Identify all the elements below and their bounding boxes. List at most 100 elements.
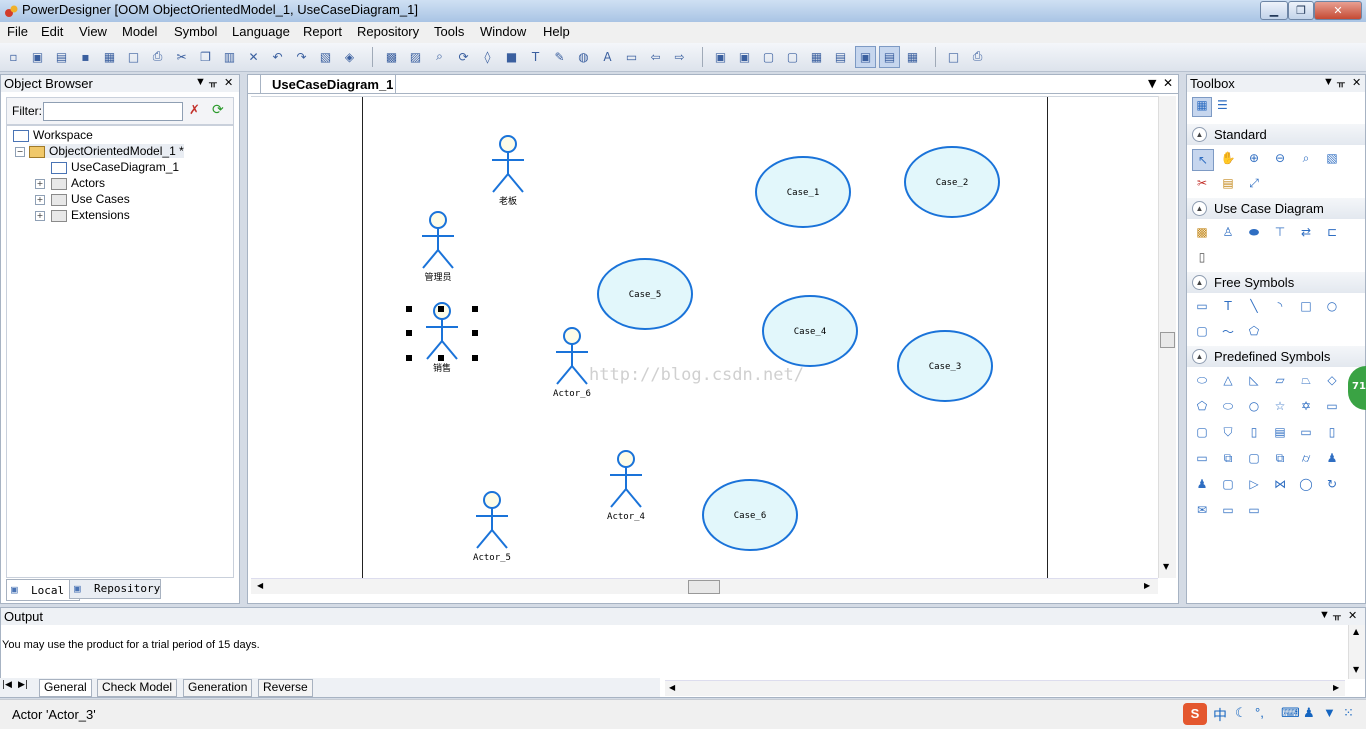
dropdown-icon[interactable]: ▼	[195, 76, 206, 88]
keyboard-icon[interactable]: ⌨	[1281, 705, 1300, 721]
shape-diamond-icon[interactable]: ◇	[1324, 373, 1340, 387]
clear-filter-icon[interactable]: ✗	[189, 103, 200, 118]
find-icon[interactable]: ⌕	[431, 48, 448, 65]
actor-tool-icon[interactable]: ♙	[1220, 225, 1236, 239]
shape-circle-icon[interactable]: ○	[1246, 399, 1262, 413]
output-horizontal-scrollbar[interactable]: ◀ ▶	[665, 680, 1345, 696]
new-icon[interactable]: ▫	[5, 48, 22, 65]
selection-handle[interactable]	[406, 355, 412, 361]
ellipse-tool-icon[interactable]: ○	[1324, 299, 1340, 313]
restore-button[interactable]: ❐	[1288, 1, 1314, 20]
shape-cylinder-icon[interactable]: ⌭	[1298, 451, 1314, 465]
open-icon[interactable]: ▤	[53, 48, 70, 65]
tree-folder-use-cases[interactable]: Use Cases	[51, 192, 130, 206]
user-icon[interactable]: ♟	[1303, 705, 1315, 721]
shape-person-2-icon[interactable]: ♟	[1194, 477, 1210, 491]
shape-shield-icon[interactable]: ⛉	[1220, 425, 1236, 439]
use-case-symbol[interactable]: Case_3	[897, 330, 993, 402]
comment-icon[interactable]: ▤	[879, 46, 900, 68]
output-vertical-scrollbar[interactable]: ▲ ▼	[1348, 625, 1365, 679]
save-all-icon[interactable]: ▦	[101, 48, 118, 65]
properties-icon[interactable]: ▧	[317, 48, 334, 65]
use-case-symbol[interactable]: Case_4	[762, 295, 858, 367]
skin-icon[interactable]: ▼	[1323, 705, 1336, 720]
print-preview-icon[interactable]: □	[125, 48, 142, 65]
actor-symbol[interactable]: Actor_5	[473, 491, 511, 563]
check-model-icon[interactable]: ◈	[341, 48, 358, 65]
shape-blob-icon[interactable]: ◯	[1298, 477, 1314, 491]
moon-icon[interactable]: ☾	[1235, 705, 1247, 721]
zoom-in-icon[interactable]: ⊕	[1246, 151, 1262, 165]
properties-icon[interactable]: ▧	[1324, 151, 1340, 165]
print-2-icon[interactable]: ⎙	[969, 48, 986, 65]
copy-icon[interactable]: ❐	[197, 48, 214, 65]
scroll-down-icon[interactable]: ▼	[1163, 562, 1169, 571]
use-case-tool-icon[interactable]: ⬬	[1246, 225, 1262, 239]
tab-general[interactable]: General	[39, 679, 92, 697]
close-button[interactable]: ✕	[1314, 1, 1362, 20]
section-use-case-diagram[interactable]: ▲ Use Case Diagram	[1187, 198, 1365, 219]
shape-ellipse-icon[interactable]: ⬭	[1194, 373, 1210, 387]
shadow-icon[interactable]: ■	[503, 48, 520, 65]
vertical-scrollbar[interactable]: ▼	[1158, 96, 1176, 578]
shape-cycle-icon[interactable]: ↻	[1324, 477, 1340, 491]
menu-tools[interactable]: Tools	[434, 24, 464, 39]
selection-handle[interactable]	[472, 355, 478, 361]
shape-rounded-icon[interactable]: ▢	[1194, 425, 1210, 439]
shape-hexagon-icon[interactable]: ⬭	[1220, 399, 1236, 413]
use-case-symbol[interactable]: Case_6	[702, 479, 798, 551]
tree-model[interactable]: ObjectOrientedModel_1 *	[29, 144, 184, 158]
scroll-right-icon[interactable]: ▶	[1144, 581, 1150, 590]
paste-icon[interactable]: ▥	[221, 48, 238, 65]
shape-tape-icon[interactable]: ▭	[1324, 399, 1340, 413]
use-case-symbol[interactable]: Case_2	[904, 146, 1000, 218]
text-frame-icon[interactable]: T	[527, 48, 544, 65]
shape-chevron-icon[interactable]: ▷	[1246, 477, 1262, 491]
layout-2-icon[interactable]: ▣	[736, 48, 753, 65]
shape-bowtie-icon[interactable]: ⋈	[1272, 477, 1288, 491]
selection-handle[interactable]	[472, 306, 478, 312]
section-predefined-symbols[interactable]: ▲ Predefined Symbols	[1187, 346, 1365, 367]
punctuation-icon[interactable]: °,	[1255, 705, 1264, 720]
new-model-icon[interactable]: ▣	[29, 48, 46, 65]
cut-icon[interactable]: ✂	[173, 48, 190, 65]
filter-input[interactable]	[43, 102, 183, 121]
pin-icon[interactable]: ᚂ	[1337, 76, 1345, 89]
zoom-out-icon[interactable]: ⊖	[1272, 151, 1288, 165]
pen-icon[interactable]: ✎	[551, 48, 568, 65]
package-icon[interactable]: ▩	[1194, 225, 1210, 239]
shape-callout-icon[interactable]: ▭	[1194, 451, 1210, 465]
menu-language[interactable]: Language	[232, 24, 290, 39]
link-icon[interactable]: ⤢	[1246, 176, 1262, 190]
scroll-left-icon[interactable]: ◀	[257, 581, 263, 590]
scroll-up-icon[interactable]: ▲	[1353, 627, 1359, 636]
layout-icon[interactable]: ▣	[712, 48, 729, 65]
selection-handle[interactable]	[472, 330, 478, 336]
dependency-tool-icon[interactable]: ⊏	[1324, 225, 1340, 239]
tab-generation[interactable]: Generation	[183, 679, 253, 697]
generalization-tool-icon[interactable]: ⊤	[1272, 225, 1288, 239]
section-free-symbols[interactable]: ▲ Free Symbols	[1187, 272, 1365, 293]
tree-folder-actors[interactable]: Actors	[51, 176, 105, 190]
selection-handle[interactable]	[438, 355, 444, 361]
shape-card-icon[interactable]: ▭	[1246, 503, 1262, 517]
close-icon[interactable]: ✕	[224, 76, 233, 89]
line-tool-icon[interactable]: ╲	[1246, 299, 1262, 313]
menu-window[interactable]: Window	[480, 24, 526, 39]
refresh-icon[interactable]: ⟳	[455, 48, 472, 65]
selection-handle[interactable]	[438, 306, 444, 312]
shape-frame-icon[interactable]: ▯	[1246, 425, 1262, 439]
shape-box-icon[interactable]: ▢	[1246, 451, 1262, 465]
doc-close-icon[interactable]: ✕	[1163, 76, 1173, 90]
actor-symbol[interactable]: Actor_4	[607, 450, 645, 522]
selection-handle[interactable]	[406, 306, 412, 312]
note-icon[interactable]: ▤	[1220, 176, 1236, 190]
grabber-icon[interactable]: ✋	[1220, 151, 1236, 165]
diagram-canvas[interactable]: 老板 管理员 销售 Actor_6 Actor_4 Actor_5 Case_1 Case_…	[251, 96, 1158, 579]
shape-pentagon-icon[interactable]: ⬠	[1194, 399, 1210, 413]
expand-icon[interactable]: +	[35, 195, 45, 205]
horizontal-scrollbar[interactable]: ◀ ▶	[251, 578, 1158, 594]
arc-tool-icon[interactable]: ◝	[1272, 299, 1288, 313]
tab-scroll-first-icon[interactable]: |◀	[2, 680, 12, 690]
menu-help[interactable]: Help	[543, 24, 570, 39]
